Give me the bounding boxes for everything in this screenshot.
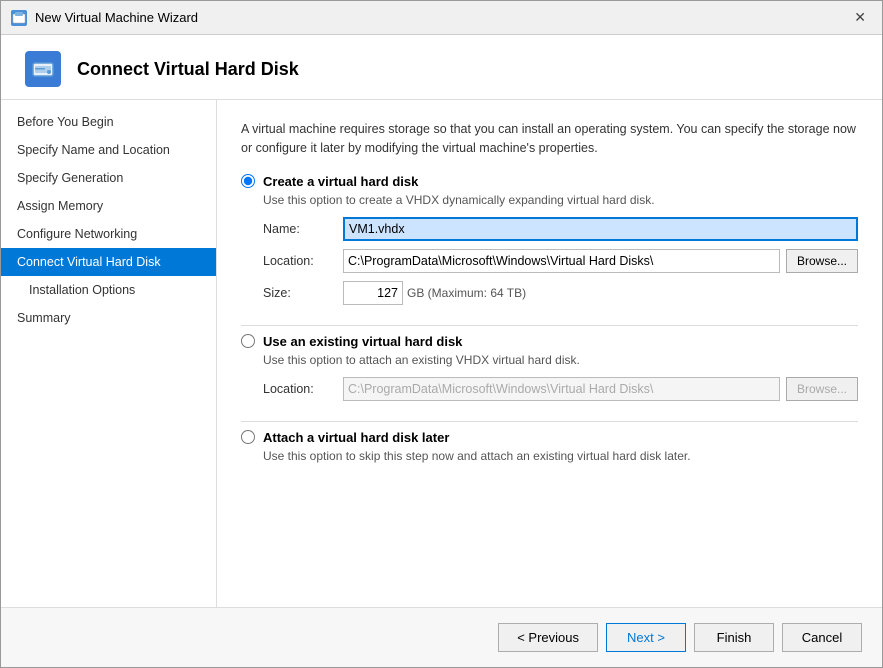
existing-location-input[interactable]: [343, 377, 780, 401]
close-button[interactable]: ✕: [848, 7, 872, 28]
sidebar-item-installation-options[interactable]: Installation Options: [1, 276, 216, 304]
option-attach-later: Attach a virtual hard disk later Use thi…: [241, 430, 858, 463]
wizard-window: New Virtual Machine Wizard ✕ Connect Vir…: [0, 0, 883, 668]
option1-radio[interactable]: [241, 174, 255, 188]
intro-text: A virtual machine requires storage so th…: [241, 120, 858, 158]
title-bar-left: New Virtual Machine Wizard: [11, 10, 198, 26]
option2-form: Location: Browse...: [263, 377, 858, 401]
browse-button-2[interactable]: Browse...: [786, 377, 858, 401]
page-header: Connect Virtual Hard Disk: [1, 35, 882, 100]
option2-description: Use this option to attach an existing VH…: [263, 353, 858, 367]
location-row: Location: Browse...: [263, 249, 858, 273]
cancel-button[interactable]: Cancel: [782, 623, 862, 652]
page-title: Connect Virtual Hard Disk: [77, 59, 299, 80]
existing-location-label: Location:: [263, 382, 343, 396]
title-bar: New Virtual Machine Wizard ✕: [1, 1, 882, 35]
size-row: Size: GB (Maximum: 64 TB): [263, 281, 858, 305]
size-unit: GB (Maximum: 64 TB): [407, 286, 526, 300]
previous-button[interactable]: < Previous: [498, 623, 598, 652]
option2-radio[interactable]: [241, 334, 255, 348]
option2-label: Use an existing virtual hard disk: [263, 334, 462, 349]
size-input[interactable]: [343, 281, 403, 305]
browse-button-1[interactable]: Browse...: [786, 249, 858, 273]
sidebar-item-configure-networking[interactable]: Configure Networking: [1, 220, 216, 248]
size-controls: GB (Maximum: 64 TB): [343, 281, 526, 305]
location-label: Location:: [263, 254, 343, 268]
sidebar-item-specify-name-location[interactable]: Specify Name and Location: [1, 136, 216, 164]
option2-radio-label[interactable]: Use an existing virtual hard disk: [241, 334, 858, 349]
option-create-vhd: Create a virtual hard disk Use this opti…: [241, 174, 858, 305]
option1-radio-label[interactable]: Create a virtual hard disk: [241, 174, 858, 189]
name-input[interactable]: [343, 217, 858, 241]
option-existing-vhd: Use an existing virtual hard disk Use th…: [241, 334, 858, 401]
option1-description: Use this option to create a VHDX dynamic…: [263, 193, 858, 207]
option3-description: Use this option to skip this step now an…: [263, 449, 858, 463]
window-icon: [11, 10, 27, 26]
sidebar-item-assign-memory[interactable]: Assign Memory: [1, 192, 216, 220]
option1-form: Name: Location: Browse... Size: GB (Maxi…: [263, 217, 858, 305]
content-area: Before You Begin Specify Name and Locati…: [1, 100, 882, 607]
next-button[interactable]: Next >: [606, 623, 686, 652]
sidebar-item-before-you-begin[interactable]: Before You Begin: [1, 108, 216, 136]
main-content: A virtual machine requires storage so th…: [217, 100, 882, 607]
location-input[interactable]: [343, 249, 780, 273]
name-row: Name:: [263, 217, 858, 241]
sidebar-item-specify-generation[interactable]: Specify Generation: [1, 164, 216, 192]
option3-label: Attach a virtual hard disk later: [263, 430, 449, 445]
option3-radio-label[interactable]: Attach a virtual hard disk later: [241, 430, 858, 445]
sidebar-item-summary[interactable]: Summary: [1, 304, 216, 332]
finish-button[interactable]: Finish: [694, 623, 774, 652]
size-label: Size:: [263, 286, 343, 300]
option1-label: Create a virtual hard disk: [263, 174, 418, 189]
sidebar-item-connect-virtual-hard-disk[interactable]: Connect Virtual Hard Disk: [1, 248, 216, 276]
existing-location-row: Location: Browse...: [263, 377, 858, 401]
hard-disk-icon: [25, 51, 61, 87]
sidebar: Before You Begin Specify Name and Locati…: [1, 100, 217, 607]
name-label: Name:: [263, 222, 343, 236]
window-title: New Virtual Machine Wizard: [35, 10, 198, 25]
footer: < Previous Next > Finish Cancel: [1, 607, 882, 667]
option3-radio[interactable]: [241, 430, 255, 444]
